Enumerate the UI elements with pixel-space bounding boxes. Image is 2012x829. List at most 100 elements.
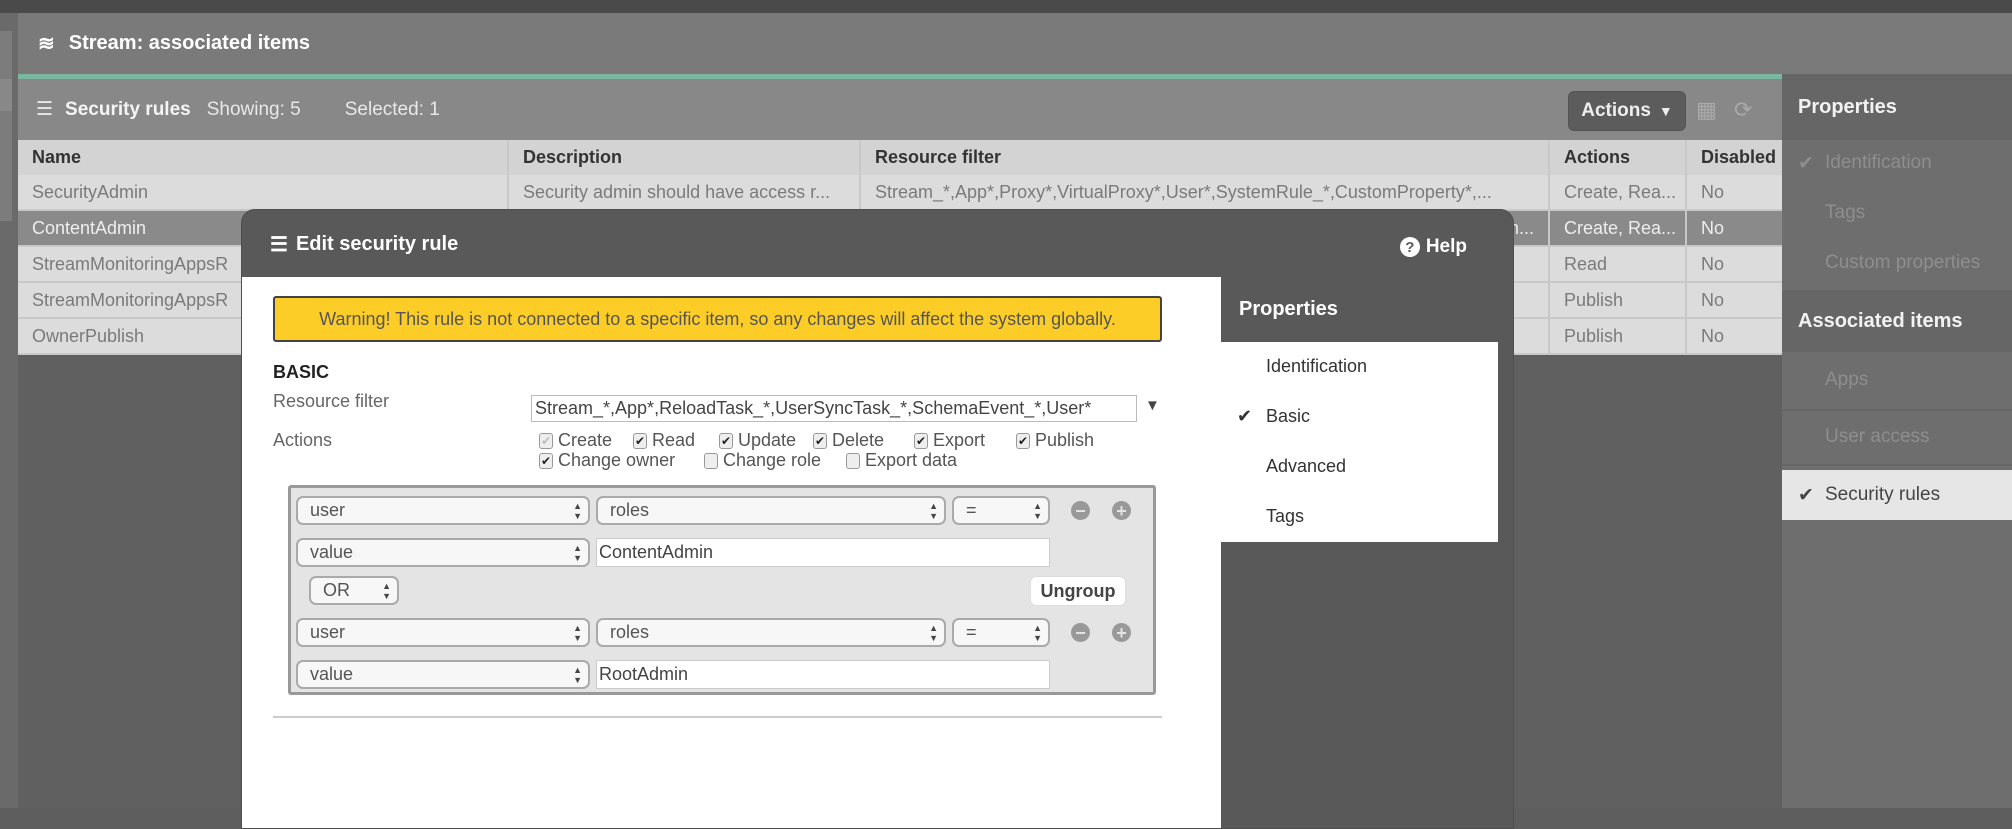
checkbox-icon: ✔: [539, 452, 553, 469]
property-select[interactable]: roles ▲ ▼: [596, 618, 946, 647]
checkbox-update[interactable]: ✔ Update: [719, 430, 796, 451]
table-header: Name Description Resource filter Actions…: [18, 140, 1782, 175]
page-header: ≋ Stream: associated items: [18, 13, 2012, 74]
select-value: roles: [610, 500, 650, 520]
column-header-actions[interactable]: Actions: [1550, 140, 1687, 175]
checkbox-label: Update: [738, 430, 797, 450]
left-tab[interactable]: [0, 31, 12, 221]
checkbox-icon: ✔: [1016, 432, 1030, 449]
cell-resource-filter: Stream_*,App*,Proxy*,VirtualProxy*,User*…: [861, 175, 1550, 209]
dialog-properties-list: Identification ✔ Basic Advanced Tags: [1221, 342, 1498, 542]
updown-icon: ▲ ▼: [573, 623, 582, 643]
nav-label: Identification: [1825, 152, 1932, 173]
dialog-nav-basic[interactable]: ✔ Basic: [1237, 406, 1311, 427]
value-type-select[interactable]: value ▲ ▼: [296, 660, 590, 689]
checkbox-change-owner[interactable]: ✔ Change owner: [539, 450, 675, 471]
checkbox-icon: ✔: [633, 432, 647, 449]
cell-actions: Publish: [1550, 283, 1687, 317]
ungroup-button[interactable]: Ungroup: [1030, 576, 1126, 606]
section-title: BASIC: [273, 362, 330, 382]
value-type-select[interactable]: value ▲ ▼: [296, 538, 590, 567]
select-value: user: [310, 622, 346, 642]
object-select[interactable]: user ▲ ▼: [296, 496, 590, 525]
table-row[interactable]: SecurityAdmin Security admin should have…: [18, 175, 1782, 211]
refresh-icon[interactable]: ⟳: [1734, 97, 1752, 123]
remove-condition-icon[interactable]: −: [1071, 501, 1090, 520]
caret-down-icon: ▼: [1658, 103, 1673, 119]
column-header-disabled[interactable]: Disabled: [1687, 140, 1782, 175]
associated-items-header: Associated items: [1782, 290, 2012, 352]
property-select[interactable]: roles ▲ ▼: [596, 496, 946, 525]
edit-security-rule-dialog: ☰ Edit security rule ? Help Warning! This …: [241, 209, 1514, 829]
table-columns-icon[interactable]: ▦: [1696, 97, 1717, 123]
cell-name: SecurityAdmin: [18, 175, 509, 209]
checkbox-create[interactable]: ✔ Create: [539, 430, 612, 451]
checkbox-change-role[interactable]: Change role: [704, 450, 821, 471]
checkbox-icon: ✔: [539, 432, 553, 449]
checkbox-read[interactable]: ✔ Read: [633, 430, 695, 451]
checkbox-icon: ✔: [813, 432, 827, 449]
page-title: Stream: associated items: [68, 32, 310, 54]
updown-icon: ▲ ▼: [573, 501, 582, 521]
updown-icon: ▲ ▼: [929, 623, 938, 643]
value-input[interactable]: RootAdmin: [596, 660, 1050, 689]
actions-button[interactable]: Actions ▼: [1568, 91, 1686, 131]
value-input[interactable]: ContentAdmin: [596, 538, 1050, 567]
resource-filter-input[interactable]: Stream_*,App*,ReloadTask_*,UserSyncTask_…: [531, 395, 1137, 422]
checkbox-delete[interactable]: ✔ Delete: [813, 430, 884, 451]
cell-disabled: No: [1701, 217, 1725, 238]
cell-disabled: No: [1701, 181, 1725, 202]
checkbox-label: Export data: [865, 450, 958, 470]
checkbox-label: Delete: [832, 430, 885, 450]
nav-user-access[interactable]: User access: [1782, 417, 2012, 457]
dropdown-arrow-icon[interactable]: ▼: [1145, 397, 1160, 414]
column-header-name[interactable]: Name: [18, 140, 509, 175]
checkbox-export[interactable]: ✔ Export: [914, 430, 985, 451]
updown-icon: ▲ ▼: [1033, 501, 1042, 521]
divider: [1782, 409, 2012, 411]
checkbox-publish[interactable]: ✔ Publish: [1016, 430, 1094, 451]
nav-security-rules[interactable]: ✔ Security rules: [1782, 470, 2012, 520]
select-value: user: [310, 500, 346, 520]
nav-label: Custom properties: [1825, 252, 1981, 273]
checkbox-label: Read: [652, 430, 696, 450]
checkbox-label: Create: [558, 430, 613, 450]
operator-select[interactable]: = ▲ ▼: [952, 618, 1050, 647]
security-rules-icon: ☰: [36, 99, 54, 120]
nav-label: Apps: [1825, 369, 1869, 390]
stream-icon: ≋: [38, 33, 55, 55]
left-tab-active[interactable]: [0, 79, 12, 111]
nav-label: Basic: [1266, 406, 1311, 426]
cell-actions: Create, Rea...: [1550, 175, 1687, 209]
join-select[interactable]: OR ▲ ▼: [309, 576, 399, 605]
dialog-nav-advanced[interactable]: Advanced: [1266, 456, 1346, 477]
column-header-resource-filter[interactable]: Resource filter: [861, 140, 1550, 175]
column-header-description[interactable]: Description: [509, 140, 861, 175]
dialog-nav-tags[interactable]: Tags: [1266, 506, 1304, 527]
select-value: =: [966, 500, 977, 520]
nav-identification[interactable]: ✔ Identification: [1782, 143, 2012, 183]
check-icon: ✔: [1798, 152, 1814, 174]
add-condition-icon[interactable]: +: [1112, 501, 1131, 520]
cell-disabled: No: [1701, 289, 1725, 310]
select-value: =: [966, 622, 977, 642]
dialog-header: ☰ Edit security rule ? Help: [242, 210, 1513, 277]
nav-apps[interactable]: Apps: [1782, 360, 2012, 400]
select-value: value: [310, 664, 354, 684]
nav-tags[interactable]: Tags: [1782, 193, 2012, 233]
resource-filter-label: Resource filter: [273, 391, 390, 411]
updown-icon: ▲ ▼: [573, 665, 582, 685]
toolbar-title: Security rules: [65, 98, 191, 120]
help-button[interactable]: ? Help: [1399, 236, 1467, 258]
checkbox-export-data[interactable]: Export data: [846, 450, 957, 471]
nav-custom-properties[interactable]: Custom properties: [1782, 243, 2012, 283]
left-strip: [0, 13, 18, 808]
cell-description: Security admin should have access r...: [509, 175, 861, 209]
remove-condition-icon[interactable]: −: [1071, 623, 1090, 642]
operator-select[interactable]: = ▲ ▼: [952, 496, 1050, 525]
security-rules-icon: ☰: [270, 234, 288, 256]
add-condition-icon[interactable]: +: [1112, 623, 1131, 642]
checkbox-icon: [846, 452, 860, 469]
object-select[interactable]: user ▲ ▼: [296, 618, 590, 647]
dialog-nav-identification[interactable]: Identification: [1266, 356, 1367, 377]
